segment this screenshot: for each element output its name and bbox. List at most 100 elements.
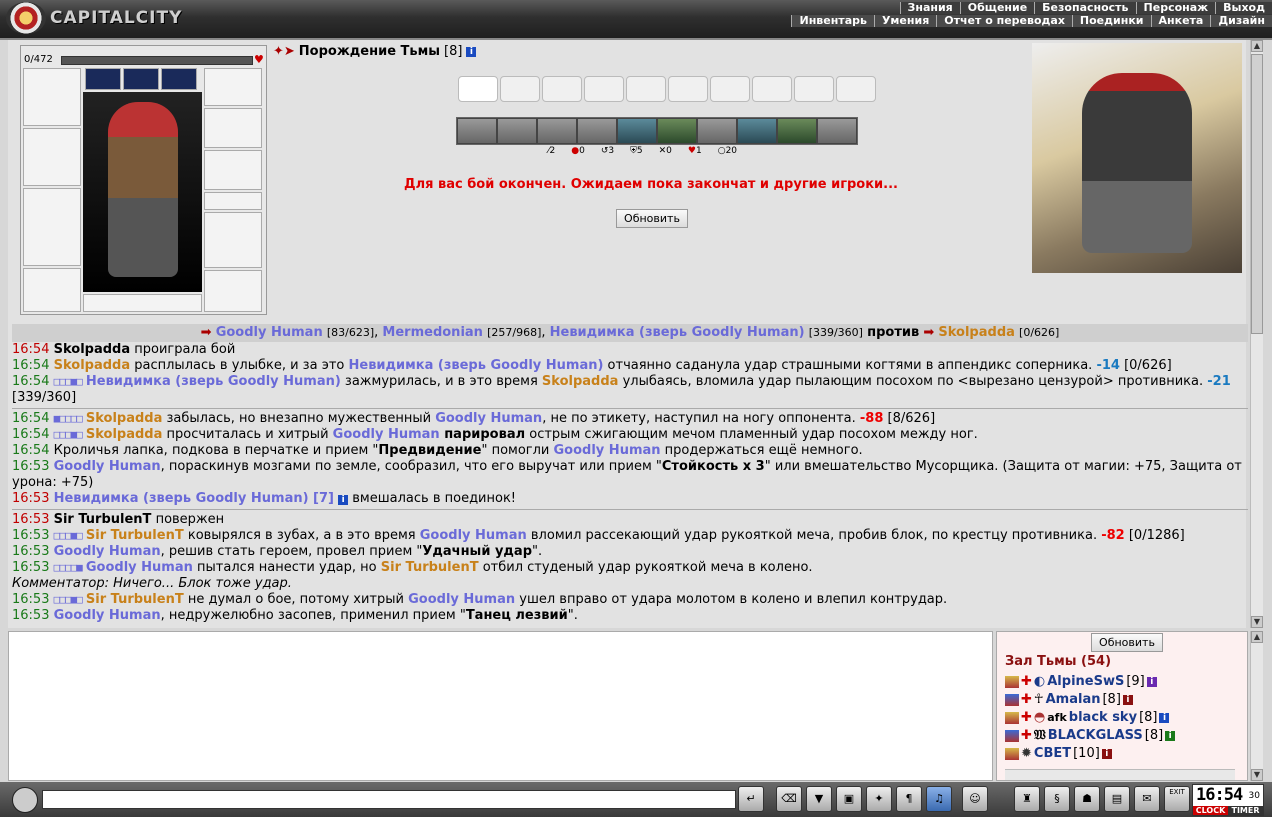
info-icon[interactable]: i (1159, 712, 1170, 723)
log-line: 16:54 Skolpadda проиграла бой (12, 342, 236, 357)
gloves-slot[interactable] (204, 108, 262, 148)
technique-slot[interactable] (737, 118, 777, 144)
technique-slot[interactable] (577, 118, 617, 144)
submenu-profile[interactable]: Анкета (1150, 15, 1211, 27)
amulet-slot[interactable] (204, 68, 262, 106)
technique-slot[interactable] (697, 118, 737, 144)
filter-icon[interactable]: ▼ (806, 786, 832, 812)
menu-knowledge[interactable]: Знания (899, 2, 960, 14)
technique-slot[interactable] (497, 118, 537, 144)
team1-player[interactable]: Goodly Human (216, 325, 323, 340)
fight-icon[interactable]: ✦ (866, 786, 892, 812)
translit-icon[interactable]: ¶ (896, 786, 922, 812)
team2-player[interactable]: Skolpadda (938, 325, 1015, 340)
technique-slot[interactable] (537, 118, 577, 144)
technique-slot[interactable] (777, 118, 817, 144)
scroll-slot[interactable] (794, 76, 834, 102)
rune-slot-2[interactable] (123, 68, 159, 90)
room-user[interactable]: ✹ СВЕТ [10] i (1005, 746, 1112, 761)
mail-icon[interactable]: ✉ (1134, 786, 1160, 812)
submenu-inventory[interactable]: Инвентарь (791, 15, 874, 27)
helmet-icon: ◓ (1033, 710, 1046, 725)
rune-slot-3[interactable] (161, 68, 197, 90)
menu-security[interactable]: Безопасность (1034, 2, 1136, 14)
chat-window[interactable] (8, 631, 993, 781)
lock-icon[interactable]: ▤ (1104, 786, 1130, 812)
submenu-design[interactable]: Дизайн (1210, 15, 1272, 27)
exit-icon[interactable]: EXIT (1164, 786, 1190, 812)
opponent-name[interactable]: Порождение Тьмы (299, 44, 440, 59)
technique-slot[interactable] (617, 118, 657, 144)
submenu-skills[interactable]: Умения (873, 15, 937, 27)
scroll-down-arrow[interactable]: ▼ (1251, 769, 1263, 781)
info-icon[interactable]: i (466, 46, 477, 57)
helmet-slot[interactable] (23, 68, 81, 126)
log-line: 16:53 □□□□■ Goodly Human пытался нанести… (12, 560, 813, 575)
ring-slots[interactable] (204, 192, 262, 210)
room-user[interactable]: ✚ 𝔚 BLACKGLASS [8] i (1005, 728, 1176, 743)
main-scrollbar[interactable]: ▲ ▼ (1250, 40, 1263, 628)
room-scrollbar[interactable]: ▲ ▼ (1250, 631, 1263, 781)
menu-exit[interactable]: Выход (1215, 2, 1272, 14)
technique-slot[interactable] (457, 118, 497, 144)
belt-slot[interactable] (23, 268, 81, 312)
room-refresh-button[interactable]: Обновить (1091, 633, 1163, 652)
log-line: 16:54 □□□■□ Skolpadda просчиталась и хит… (12, 427, 978, 442)
scroll-down-arrow[interactable]: ▼ (1251, 616, 1263, 628)
scroll-slot[interactable] (836, 76, 876, 102)
mask-icon[interactable]: ☗ (1074, 786, 1100, 812)
submenu-duels[interactable]: Поединки (1071, 15, 1151, 27)
room-user[interactable]: ✚ ◓ afk black sky [8] i (1005, 710, 1170, 725)
crest-icon (6, 2, 46, 34)
timer-tab[interactable]: TIMER (1228, 806, 1263, 815)
save-icon[interactable]: ▣ (836, 786, 862, 812)
scroll-slot[interactable] (500, 76, 540, 102)
info-icon[interactable]: i (1122, 694, 1133, 705)
scroll-slot[interactable] (752, 76, 792, 102)
refresh-button[interactable]: Обновить (616, 209, 688, 228)
scroll-up-arrow[interactable]: ▲ (1251, 40, 1263, 52)
armor-slot[interactable] (23, 188, 81, 266)
battle-status-message: Для вас бой окончен. Ожидаем пока законч… (404, 177, 898, 192)
team1-player[interactable]: Невидимка (зверь Goodly Human) (550, 325, 805, 340)
scroll-thumb[interactable] (1251, 54, 1263, 334)
technique-slot[interactable] (817, 118, 857, 144)
scroll-slot[interactable] (458, 76, 498, 102)
scroll-slot[interactable] (668, 76, 708, 102)
room-panel: Обновить Зал Тьмы (54) ✚ ◐ AlpineSwS [9] … (996, 631, 1248, 781)
shield-slot-top[interactable] (204, 150, 262, 190)
scroll-slot[interactable] (626, 76, 666, 102)
shield-slot[interactable] (204, 212, 262, 268)
info-icon[interactable]: i (1146, 676, 1157, 687)
info-icon[interactable]: i (338, 495, 349, 505)
scroll-icon[interactable]: § (1044, 786, 1070, 812)
rune-slot-1[interactable] (85, 68, 121, 90)
chat-mode-icon[interactable] (12, 787, 38, 813)
scroll-up-arrow[interactable]: ▲ (1251, 631, 1263, 643)
room-user[interactable]: ✚ ◐ AlpineSwS [9] i (1005, 674, 1157, 689)
room-user[interactable]: ✚ ☥ Amalan [8] i (1005, 692, 1133, 707)
menu-character[interactable]: Персонаж (1135, 2, 1216, 14)
technique-slot[interactable] (657, 118, 697, 144)
chat-input[interactable] (42, 790, 736, 809)
menu-communication[interactable]: Общение (959, 2, 1035, 14)
room-hscrollbar[interactable] (1005, 769, 1235, 780)
info-icon[interactable]: i (1165, 730, 1176, 741)
team1-player[interactable]: Mermedonian (382, 325, 483, 340)
music-icon[interactable]: ♫ (926, 786, 952, 812)
send-button[interactable]: ↵ (738, 786, 764, 812)
clock-tab[interactable]: CLOCK (1193, 806, 1228, 815)
pocket-slots[interactable] (83, 294, 202, 312)
scroll-slot[interactable] (584, 76, 624, 102)
weapon-slot[interactable] (23, 128, 81, 186)
eraser-icon[interactable]: ⌫ (776, 786, 802, 812)
boots-slot[interactable] (204, 270, 262, 312)
stat-parry: ✕0 (658, 146, 672, 156)
inventory-icon[interactable]: ♜ (1014, 786, 1040, 812)
info-icon[interactable]: i (1101, 748, 1112, 759)
scroll-slot[interactable] (542, 76, 582, 102)
clock-time: 16:54 (1196, 785, 1243, 805)
scroll-slot[interactable] (710, 76, 750, 102)
smiley-icon[interactable]: ☺ (962, 786, 988, 812)
submenu-transfers[interactable]: Отчет о переводах (936, 15, 1072, 27)
